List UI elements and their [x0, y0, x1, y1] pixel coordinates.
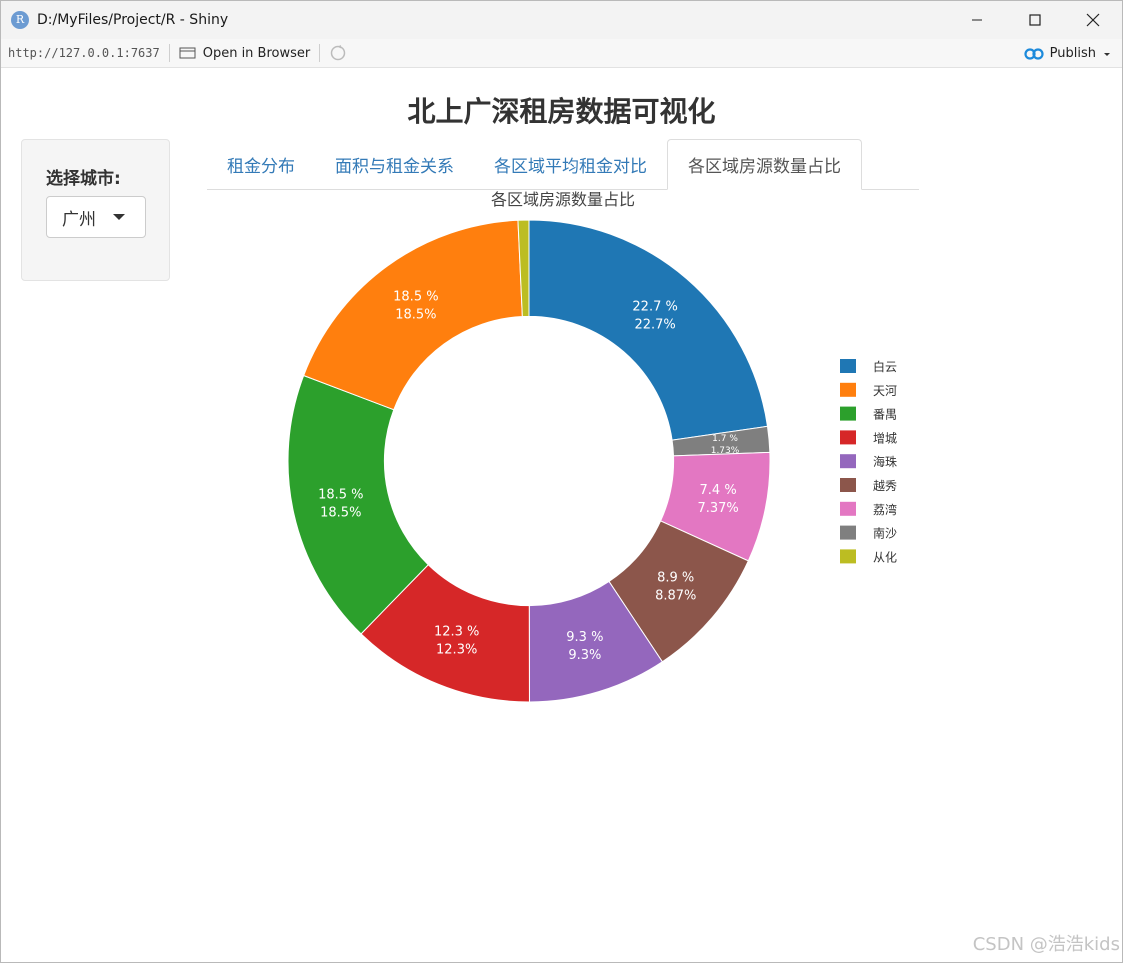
slice-label-3-1: 8.87% — [655, 589, 696, 604]
slice-label-6-0: 18.5 % — [318, 487, 363, 502]
legend-label-0[interactable]: 白云 — [873, 359, 897, 374]
watermark-text: CSDN @浩浩kids — [972, 934, 1120, 955]
legend-swatch-6[interactable] — [840, 501, 856, 516]
chart-title: 各区域房源数量占比 — [491, 190, 635, 209]
legend-label-3[interactable]: 增城 — [873, 431, 897, 445]
slice-label-2-1: 7.37% — [697, 501, 738, 516]
legend-label-1[interactable]: 天河 — [873, 384, 897, 398]
legend-label-7[interactable]: 南沙 — [873, 526, 897, 541]
slice-label-2-0: 7.4 % — [700, 483, 737, 498]
slice-label-6-1: 18.5% — [320, 505, 361, 520]
legend-label-6[interactable]: 荔湾 — [873, 502, 897, 517]
legend-swatch-5[interactable] — [840, 478, 856, 492]
legend-label-8[interactable]: 从化 — [873, 550, 897, 564]
slice-label-5-0: 12.3 % — [434, 624, 479, 639]
slice-label-0-0: 22.7 % — [632, 300, 677, 315]
legend-swatch-3[interactable] — [840, 430, 856, 445]
slice-label-4-1: 9.3% — [568, 648, 601, 663]
slice-label-4-0: 9.3 % — [566, 630, 603, 645]
chart-slices — [287, 219, 771, 703]
slice-label-7-0: 18.5 % — [393, 289, 438, 304]
chart-legend: 白云天河番禺增城海珠越秀荔湾南沙从化 — [840, 359, 897, 564]
legend-swatch-7[interactable] — [840, 525, 856, 540]
legend-swatch-0[interactable] — [840, 359, 856, 373]
slice-label-1-0: 1.7 % — [712, 434, 738, 444]
slice-label-3-0: 8.9 % — [657, 571, 694, 586]
legend-label-4[interactable]: 海珠 — [873, 454, 897, 469]
legend-label-5[interactable]: 越秀 — [873, 479, 897, 493]
legend-swatch-4[interactable] — [840, 454, 856, 469]
slice-label-5-1: 12.3% — [436, 642, 477, 657]
donut-chart: 各区域房源数量占比 22.7 % 22.7% 1.7 % 1.73% 7.4 % 7.37… — [287, 190, 897, 703]
app-window: R D:/MyFiles/Project/R - Shiny http://12… — [0, 0, 1123, 963]
slice-label-1-1: 1.73% — [711, 446, 740, 456]
legend-label-2[interactable]: 番禺 — [873, 408, 897, 422]
legend-swatch-2[interactable] — [840, 406, 856, 421]
legend-swatch-1[interactable] — [840, 382, 856, 397]
legend-swatch-8[interactable] — [840, 549, 856, 564]
slice-label-0-1: 22.7% — [634, 318, 675, 333]
slice-label-7-1: 18.5% — [395, 307, 436, 322]
